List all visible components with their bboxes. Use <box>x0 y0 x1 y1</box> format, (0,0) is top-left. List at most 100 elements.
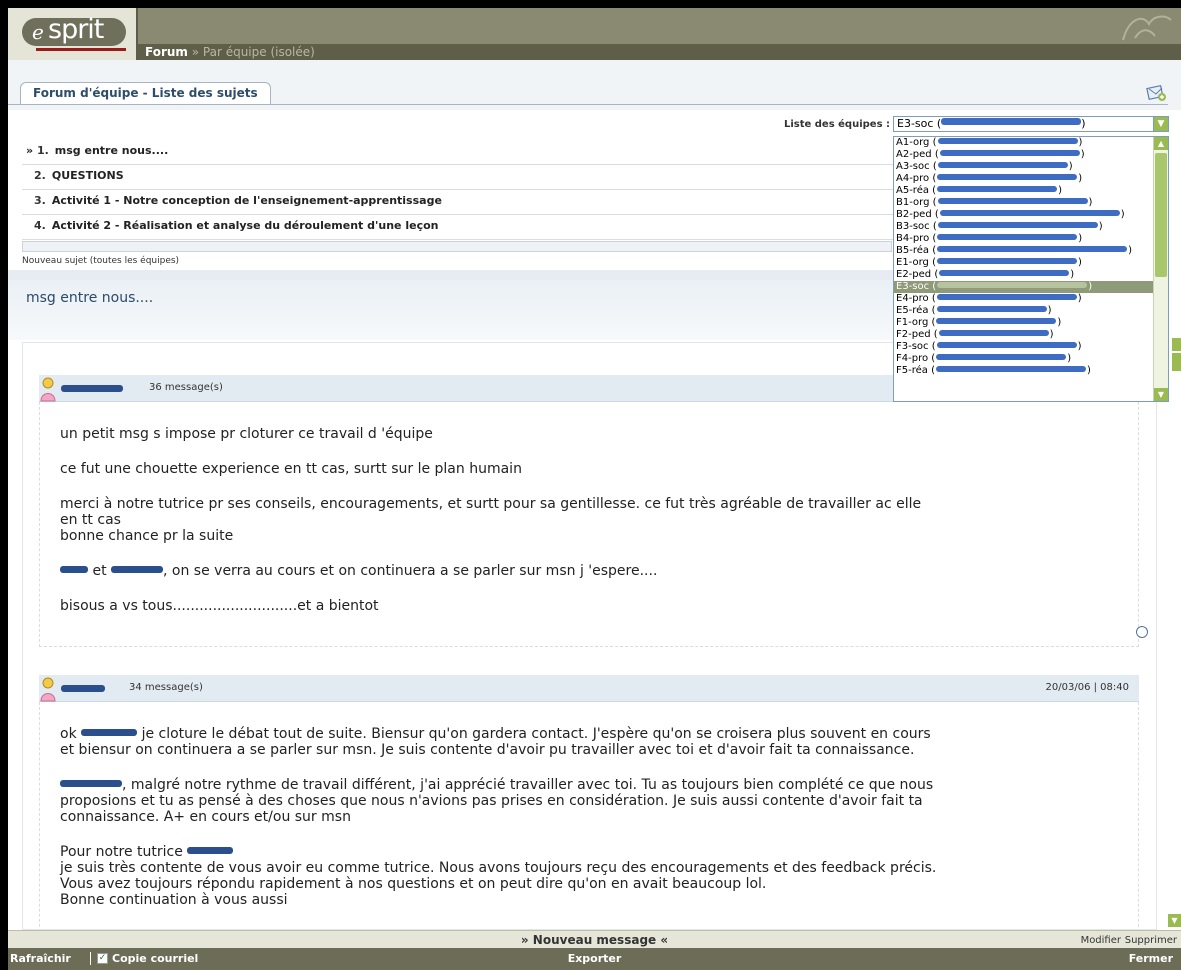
team-option[interactable]: A3-soc () <box>894 161 1154 173</box>
team-option-selected[interactable]: E3-soc () <box>894 281 1154 293</box>
redacted-members <box>938 330 1049 336</box>
message-text: Pour notre tutrice <box>60 844 188 860</box>
scroll-up-icon[interactable]: ▲ <box>1154 137 1168 150</box>
team-option[interactable]: E5-réa () <box>894 305 1154 317</box>
team-option[interactable]: B2-ped () <box>894 209 1154 221</box>
team-option-code: E4-pro <box>896 293 929 304</box>
message-paragraph: Pour notre tutrice je suis très contente… <box>60 844 1118 908</box>
team-option-code: A2-ped <box>896 149 932 160</box>
forum-window: e sprit Forum » Par équipe (isolée) Foru… <box>8 8 1181 970</box>
team-option-code: F3-soc <box>896 341 929 352</box>
team-list-scroll-thumb[interactable] <box>1155 153 1167 277</box>
redacted-name <box>187 847 234 854</box>
topic-title[interactable]: Activité 2 - Réalisation et analyse du d… <box>52 219 439 232</box>
redacted-name <box>60 780 122 787</box>
team-option-code: F2-ped <box>896 329 931 340</box>
redacted-members <box>936 258 1077 264</box>
message-paragraph: ok je cloture le débat tout de suite. Bi… <box>60 726 1118 758</box>
main-scrollbar-up[interactable] <box>1172 338 1181 351</box>
message-line: et biensur on continuera a se parler sur… <box>60 742 915 758</box>
team-option-code: E2-ped <box>896 269 932 280</box>
topic-list-scrollbar[interactable] <box>22 241 892 252</box>
new-message-button[interactable]: » Nouveau message « <box>8 933 1181 947</box>
team-option-code: B5-réa <box>896 245 930 256</box>
author-message-count: 34 message(s) <box>129 682 203 693</box>
redacted-members <box>937 162 1068 168</box>
message-line: Vous avez toujours répondu rapidement à … <box>60 876 767 892</box>
message-paragraph: et , on se verra au cours et on continue… <box>60 563 1118 579</box>
team-option[interactable]: A4-pro () <box>894 173 1154 185</box>
team-option[interactable]: A1-org () <box>894 137 1154 149</box>
message-paragraph: un petit msg s impose pr cloturer ce tra… <box>60 426 433 442</box>
topic-title[interactable]: Activité 1 - Notre conception de l'ensei… <box>52 194 442 207</box>
team-option-code: F1-org <box>896 317 929 328</box>
topic-number: 2. <box>34 169 46 182</box>
message-anchor-icon[interactable] <box>1136 626 1148 638</box>
team-option[interactable]: E4-pro () <box>894 293 1154 305</box>
team-option[interactable]: A2-ped () <box>894 149 1154 161</box>
topic-title[interactable]: QUESTIONS <box>52 169 124 182</box>
chevron-down-icon[interactable]: ▼ <box>1153 117 1168 131</box>
team-option[interactable]: F2-ped () <box>894 329 1154 341</box>
tab-topic-list[interactable]: Forum d'équipe - Liste des sujets <box>20 82 271 104</box>
user-avatar-icon <box>40 677 56 702</box>
breadcrumb-current: » Par équipe (isolée) <box>187 45 315 59</box>
team-option[interactable]: E2-ped () <box>894 269 1154 281</box>
team-option[interactable]: A5-réa () <box>894 185 1154 197</box>
modify-button[interactable]: Modifier <box>1081 935 1121 946</box>
redacted-name <box>60 566 88 573</box>
team-option[interactable]: F4-pro () <box>894 353 1154 365</box>
team-option[interactable]: B5-réa () <box>894 245 1154 257</box>
subject-title: msg entre nous.... <box>26 290 154 306</box>
team-option-code: E1-org <box>896 257 929 268</box>
esprit-logo[interactable]: e sprit <box>8 8 138 60</box>
topic-number: 3. <box>34 194 46 207</box>
export-icon[interactable] <box>1146 84 1168 102</box>
export-button[interactable]: Exporter <box>8 952 1181 965</box>
team-option-code: E5-réa <box>896 305 929 316</box>
scroll-down-icon[interactable]: ▼ <box>1154 388 1168 401</box>
new-topic-link[interactable]: Nouveau sujet (toutes les équipes) <box>22 256 179 266</box>
breadcrumb-forum[interactable]: Forum <box>145 45 188 59</box>
redacted-members <box>939 270 1070 276</box>
logo-text: sprit <box>48 14 104 45</box>
redacted-members <box>936 306 1047 312</box>
team-option[interactable]: B3-soc () <box>894 221 1154 233</box>
message-paragraph: merci à notre tutrice pr ses conseils, e… <box>60 496 1118 544</box>
main-scrollbar-down[interactable]: ▼ <box>1168 914 1181 927</box>
message-paragraph: ce fut une chouette experience en tt cas… <box>60 461 522 477</box>
team-option[interactable]: B1-org () <box>894 197 1154 209</box>
redacted-members <box>937 234 1078 240</box>
redacted-members <box>936 318 1057 324</box>
redacted-members <box>937 174 1078 180</box>
team-row: Liste des équipes : E3-soc () ▼ <box>8 116 1169 134</box>
team-option[interactable]: B4-pro () <box>894 233 1154 245</box>
team-dropdown-list[interactable]: A1-org () A2-ped () A3-soc () A4-pro () … <box>893 136 1169 402</box>
message-paragraph: , malgré notre rythme de travail différe… <box>60 777 1118 825</box>
main-scrollbar-thumb[interactable] <box>1172 353 1181 371</box>
team-option-code: E3-soc <box>896 281 930 292</box>
close-button[interactable]: Fermer <box>1129 952 1173 965</box>
team-select[interactable]: E3-soc () ▼ <box>893 116 1169 132</box>
redacted-members <box>939 210 1120 216</box>
team-option-code: A5-réa <box>896 185 929 196</box>
topic-title[interactable]: msg entre nous.... <box>55 144 168 157</box>
breadcrumb: Forum » Par équipe (isolée) <box>138 44 1181 60</box>
team-list-scrollbar[interactable]: ▲ ▼ <box>1153 137 1168 401</box>
team-option[interactable]: F3-soc () <box>894 341 1154 353</box>
team-option-code: F5-réa <box>896 365 928 376</box>
message-header: 34 message(s) 20/03/06 | 08:40 <box>39 675 1139 702</box>
team-option[interactable]: E1-org () <box>894 257 1154 269</box>
delete-button[interactable]: Supprimer <box>1125 935 1177 946</box>
current-topic-marker: » <box>26 144 34 157</box>
header-ornament-icon <box>1122 15 1172 41</box>
message-line: Bonne continuation à vous aussi <box>60 892 288 908</box>
team-select-value: E3-soc ( <box>897 117 942 130</box>
team-option-code: B4-pro <box>896 233 930 244</box>
message-list: 36 message(s) un petit msg s impose pr c… <box>22 342 1157 930</box>
team-option-code: B2-ped <box>896 209 932 220</box>
redacted-members <box>936 354 1067 360</box>
team-option[interactable]: F5-réa () <box>894 365 1154 377</box>
team-option[interactable]: F1-org () <box>894 317 1154 329</box>
redacted-author <box>61 685 105 692</box>
